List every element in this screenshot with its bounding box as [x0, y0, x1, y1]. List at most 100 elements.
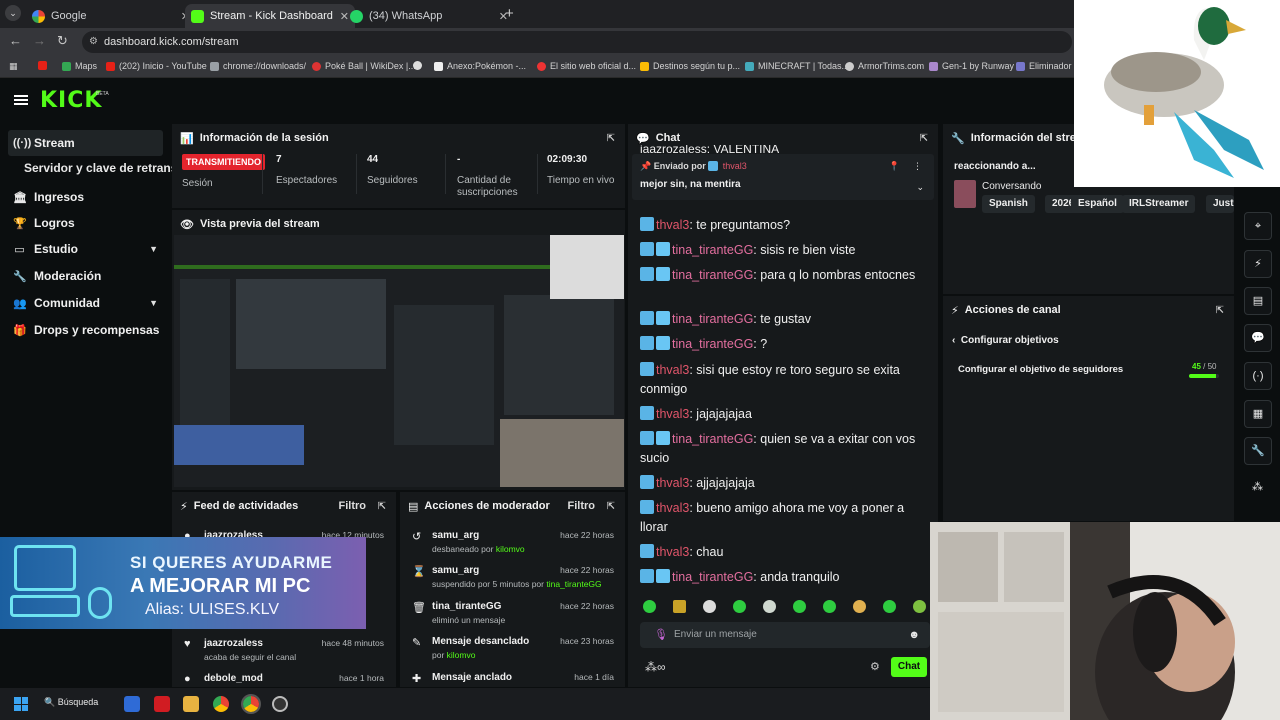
tab-whatsapp[interactable]: (34) WhatsApp ✕ [344, 4, 514, 28]
bookmark-wikidex[interactable]: Poké Ball | WikiDex |... [312, 61, 416, 71]
emote-icon[interactable] [703, 600, 716, 613]
tab-kick-dashboard[interactable]: Stream - Kick Dashboard ✕ [185, 4, 355, 28]
expand-icon[interactable]: ⇱ [607, 501, 615, 512]
bookmark-youtube-icon[interactable] [38, 61, 47, 70]
sidebar-item-moderacion[interactable]: 🔧 Moderación [8, 263, 163, 289]
folder-icon[interactable] [183, 696, 199, 712]
emote-icon[interactable] [673, 600, 686, 613]
send-chat-button[interactable]: Chat [891, 657, 927, 677]
bookmark-github-icon[interactable] [413, 61, 422, 70]
wrench-icon[interactable]: 🔧 [1244, 437, 1272, 465]
windows-start-icon[interactable] [14, 697, 28, 711]
pinned-message[interactable]: 📌 Enviado por thval3 📍 ⋮ mejor sin, na m… [632, 154, 934, 200]
back-button[interactable]: ‹ Configurar objetivos [952, 335, 1059, 346]
gear-icon[interactable]: ⚙ [870, 660, 880, 673]
emote-icon[interactable] [733, 600, 746, 613]
bookmark-youtube[interactable]: (202) Inicio - YouTube [106, 61, 207, 71]
bookmark-eliminador[interactable]: Eliminador d [1016, 61, 1079, 71]
sidebar-item-server-key[interactable]: Servidor y clave de retransmisión [24, 161, 172, 175]
tab-search-icon[interactable]: ⌄ [5, 5, 21, 21]
chevron-down-icon[interactable]: ⌄ [916, 182, 924, 193]
expand-icon[interactable]: ⇱ [378, 501, 386, 512]
bookmark-pokemon[interactable]: El sitio web oficial d... [537, 61, 636, 71]
bolt-icon[interactable]: ⚡ [1244, 250, 1272, 278]
follower-goal-count: 45 / 50 [1192, 362, 1217, 371]
emote-icon[interactable] [643, 600, 656, 613]
chat-username[interactable]: thval3 [656, 218, 689, 232]
infinity-icon[interactable]: ⁂∞ [645, 660, 666, 674]
sidebar-item-estudio[interactable]: ▭ Estudio ▼ [8, 236, 163, 262]
bookmark-downloads[interactable]: chrome://downloads/ [210, 61, 306, 71]
chat-username[interactable]: tina_tiranteGG [672, 337, 753, 351]
apps-icon[interactable]: ▦ [9, 61, 18, 72]
chat-username[interactable]: thval3 [656, 476, 689, 490]
kick-logo[interactable]: KICK [40, 88, 102, 113]
document-icon[interactable]: ▤ [1244, 287, 1272, 315]
bookmark-minecraft[interactable]: MINECRAFT | Todas... [745, 61, 849, 71]
emote-icon[interactable] [793, 600, 806, 613]
sidebar-item-drops[interactable]: 🎁 Drops y recompensas [8, 317, 163, 343]
expand-icon[interactable]: ⇱ [607, 133, 615, 144]
tag-chip[interactable]: IRLStreamer [1122, 195, 1196, 213]
chat-username[interactable]: thval3 [656, 501, 689, 515]
tab-google[interactable]: Google ✕ [26, 4, 196, 28]
sidebar-item-ingresos[interactable]: 🏛 Ingresos [8, 184, 163, 210]
sidebar-item-stream[interactable]: ((·)) Stream [8, 130, 163, 156]
feed-item: ♥ jaazrozaless acaba de seguir el canal … [172, 634, 394, 668]
clipboard-icon[interactable]: ▦ [1244, 400, 1272, 428]
chrome-icon[interactable] [213, 696, 229, 712]
emote-icon[interactable] [913, 600, 926, 613]
emote-icon[interactable] [883, 600, 896, 613]
menu-icon[interactable] [14, 95, 28, 105]
address-bar[interactable]: ⚙ dashboard.kick.com/stream [82, 31, 1072, 53]
chat-username[interactable]: thval3 [656, 545, 689, 559]
obs-icon[interactable] [272, 696, 288, 712]
new-tab-icon[interactable]: + [505, 5, 514, 22]
tag-chip[interactable]: JustC [1206, 195, 1234, 213]
chat-username[interactable]: thval3 [656, 407, 689, 421]
emote-icon[interactable] [853, 600, 866, 613]
chat-bubble-icon[interactable]: 💬 [1244, 324, 1272, 352]
bookmark-maps[interactable]: Maps [62, 61, 97, 71]
emoji-icon[interactable]: ☻ [908, 622, 920, 648]
chrome-active-icon[interactable] [241, 694, 261, 714]
bookmark-destinos[interactable]: Destinos según tu p... [640, 61, 740, 71]
chat-username[interactable]: tina_tiranteGG [672, 432, 753, 446]
forward-icon[interactable]: → [33, 33, 46, 48]
focus-icon[interactable]: ⌖ [1244, 212, 1272, 240]
chat-username[interactable]: tina_tiranteGG [672, 268, 753, 282]
chat-username[interactable]: tina_tiranteGG [672, 312, 753, 326]
pin-toggle-icon[interactable]: 📍 [889, 161, 900, 172]
more-options-icon[interactable]: ⋮ [913, 161, 922, 172]
back-icon[interactable]: ← [9, 33, 22, 48]
expand-icon[interactable]: ⇱ [1216, 305, 1224, 316]
filter-button[interactable]: Filtro [568, 500, 596, 512]
netflix-icon[interactable] [154, 696, 170, 712]
pinned-by-user[interactable]: thval3 [723, 161, 747, 171]
tag-chip[interactable]: Spanish [982, 195, 1035, 213]
taskbar-search[interactable]: 🔍 Búsqueda [44, 697, 98, 708]
bookmark-armortrims[interactable]: ArmorTrims.com [845, 61, 924, 71]
stream-preview-video[interactable] [174, 235, 624, 487]
site-info-icon[interactable]: ⚙ [89, 31, 98, 53]
sidebar-item-comunidad[interactable]: 👥 Comunidad ▼ [8, 290, 163, 316]
reload-icon[interactable]: ↻ [57, 33, 68, 49]
chat-message-input[interactable]: 🎙 Enviar un mensaje ☻ [640, 622, 930, 648]
broadcast-icon[interactable]: (·) [1244, 362, 1272, 390]
emote-icon[interactable] [823, 600, 836, 613]
chat-username[interactable]: tina_tiranteGG [672, 243, 753, 257]
share-icon[interactable]: ⁂ [1252, 480, 1263, 493]
filter-button[interactable]: Filtro [339, 500, 367, 512]
emote-icon[interactable] [763, 600, 776, 613]
expand-icon[interactable]: ⇱ [920, 133, 928, 144]
category-name[interactable]: Conversando [982, 181, 1041, 192]
tag-chip[interactable]: Español [1071, 195, 1124, 213]
chat-username[interactable]: thval3 [656, 363, 689, 377]
desktop-icon[interactable] [124, 696, 140, 712]
mic-icon[interactable]: 🎙 [654, 622, 668, 648]
chat-username[interactable]: tina_tiranteGG [672, 570, 753, 584]
bookmark-anexo[interactable]: Anexo:Pokémon -... [434, 61, 526, 71]
sidebar-item-logros[interactable]: 🏆 Logros [8, 210, 163, 236]
follower-goal-label[interactable]: Configurar el objetivo de seguidores [958, 364, 1123, 375]
bookmark-runway[interactable]: Gen-1 by Runway [929, 61, 1014, 71]
